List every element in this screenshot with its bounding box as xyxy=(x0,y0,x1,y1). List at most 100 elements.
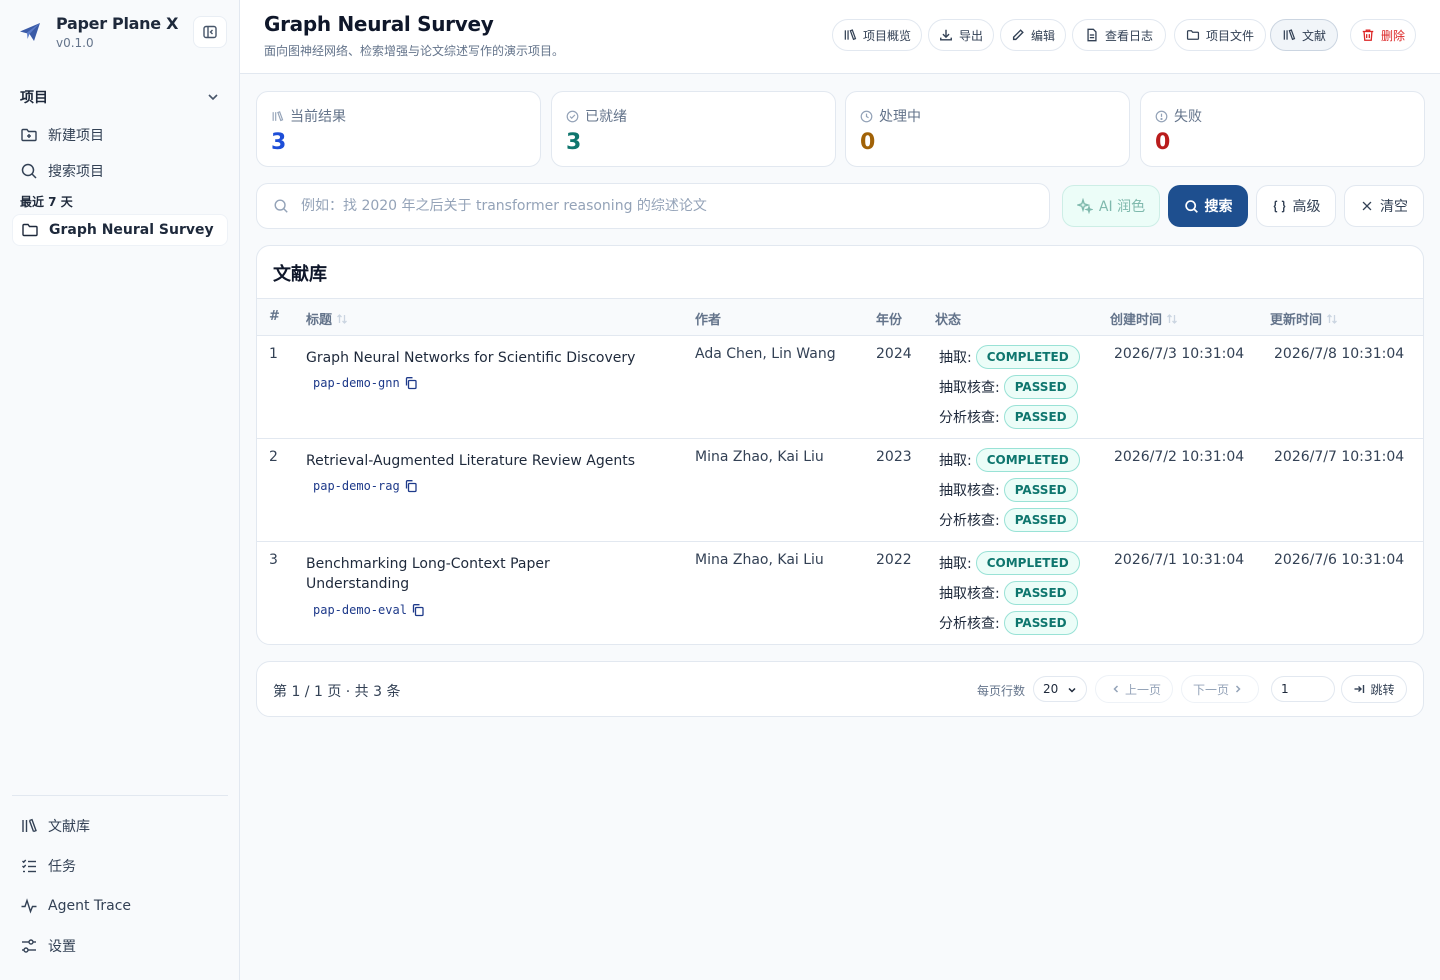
folder-icon xyxy=(22,223,38,237)
project-files-button[interactable]: 项目文件 xyxy=(1174,19,1266,51)
sidebar-item-new-project[interactable]: 新建项目 xyxy=(12,119,228,151)
rows-per-page-select[interactable]: 20 xyxy=(1033,676,1087,702)
page-number-input[interactable]: 1 xyxy=(1271,676,1335,702)
column-header-label: 状态 xyxy=(935,313,962,328)
jump-button[interactable]: 跳转 xyxy=(1341,675,1407,703)
trash-icon xyxy=(1362,29,1374,41)
page-number-value: 1 xyxy=(1281,682,1289,696)
projects-section-header[interactable]: 项目 xyxy=(20,86,220,108)
library-icon xyxy=(844,29,857,41)
edit-button[interactable]: 编辑 xyxy=(1000,19,1066,51)
row-index: 3 xyxy=(269,552,278,568)
advanced-search-button[interactable]: 高级 xyxy=(1256,185,1336,227)
column-header-label: 创建时间 xyxy=(1110,313,1163,328)
copy-icon[interactable] xyxy=(411,603,425,617)
paper-title[interactable]: Benchmarking Long-Context Paper Understa… xyxy=(306,554,606,594)
alert-circle-icon xyxy=(1155,110,1168,122)
copy-icon[interactable] xyxy=(404,479,418,493)
button-label: 查看日志 xyxy=(1104,28,1153,43)
chevron-down-icon xyxy=(208,94,218,101)
status-badge: PASSED xyxy=(1003,478,1078,502)
status-label: 分析核查: xyxy=(939,513,1000,529)
table-row[interactable]: 3 Benchmarking Long-Context Paper Unders… xyxy=(257,542,1423,644)
copy-icon[interactable] xyxy=(404,376,418,390)
column-header-label: 作者 xyxy=(695,313,722,328)
stat-value: 0 xyxy=(860,130,876,155)
paper-authors: Mina Zhao, Kai Liu xyxy=(695,552,824,568)
clear-button[interactable]: 清空 xyxy=(1344,185,1424,227)
settings-sliders-icon xyxy=(22,939,36,953)
created-time: 2026/7/2 10:31:04 xyxy=(1114,449,1245,465)
project-overview-button[interactable]: 项目概览 xyxy=(832,19,922,51)
sidebar-item-label: 设置 xyxy=(48,939,76,955)
stat-card-failed: 失败 0 xyxy=(1140,91,1425,167)
sidebar-item-label: Graph Neural Survey xyxy=(49,222,214,238)
sidebar-item-label: Agent Trace xyxy=(48,898,132,914)
prev-page-button[interactable]: 上一页 xyxy=(1095,675,1173,703)
view-log-button[interactable]: 查看日志 xyxy=(1072,19,1166,51)
search-box xyxy=(256,183,1050,229)
search-button[interactable]: 搜索 xyxy=(1168,185,1248,227)
sidebar-item-agent-trace[interactable]: Agent Trace xyxy=(12,890,228,922)
activity-icon xyxy=(21,898,37,914)
sidebar-item-library[interactable]: 文献库 xyxy=(12,810,228,842)
status-badge: COMPLETED xyxy=(975,448,1080,472)
table-header: # 标题 作者 年份 状态 创建时间 更新时间 xyxy=(257,298,1423,336)
export-button[interactable]: 导出 xyxy=(928,19,994,51)
button-label: 跳转 xyxy=(1370,682,1395,697)
status-analysis-check: 分析核查: PASSED xyxy=(939,507,1078,533)
literature-button[interactable]: 文献 xyxy=(1270,19,1338,51)
sidebar-item-graph-neural-survey[interactable]: Graph Neural Survey xyxy=(12,214,228,246)
table-row[interactable]: 2 Retrieval-Augmented Literature Review … xyxy=(257,439,1423,542)
column-header-updated[interactable]: 更新时间 xyxy=(1270,309,1338,328)
sidebar-item-label: 新建项目 xyxy=(48,128,104,144)
library-icon xyxy=(22,818,37,833)
search-input[interactable] xyxy=(301,198,1021,214)
task-list-icon xyxy=(22,859,36,873)
sidebar-item-label: 任务 xyxy=(48,859,76,875)
chevron-right-icon xyxy=(1235,685,1241,693)
brand[interactable]: Paper Plane X v0.1.0 xyxy=(18,14,178,51)
column-header-title[interactable]: 标题 xyxy=(306,309,348,328)
page-subtitle: 面向图神经网络、检索增强与论文综述写作的演示项目。 xyxy=(264,44,565,58)
status-label: 分析核查: xyxy=(939,616,1000,632)
chevron-down-icon xyxy=(1068,687,1076,693)
column-header-created[interactable]: 创建时间 xyxy=(1110,309,1178,328)
status-extract-check: 抽取核查: PASSED xyxy=(939,580,1078,606)
sidebar-item-settings[interactable]: 设置 xyxy=(12,930,228,962)
column-header-label: # xyxy=(269,309,280,324)
next-page-button[interactable]: 下一页 xyxy=(1181,675,1259,703)
status-extract: 抽取: COMPLETED xyxy=(939,344,1080,370)
paper-code: pap-demo-eval xyxy=(313,603,425,617)
sort-icon xyxy=(337,313,347,324)
app-version: v0.1.0 xyxy=(56,36,94,50)
status-label: 抽取: xyxy=(939,556,972,572)
paper-code: pap-demo-rag xyxy=(313,479,418,493)
stat-label: 当前结果 xyxy=(290,109,346,125)
stat-value: 3 xyxy=(271,130,287,155)
paper-title[interactable]: Retrieval-Augmented Literature Review Ag… xyxy=(306,451,656,471)
table-row[interactable]: 1 Graph Neural Networks for Scientific D… xyxy=(257,336,1423,439)
paper-plane-logo-icon xyxy=(20,23,40,41)
sort-icon xyxy=(1327,313,1337,324)
ai-polish-button[interactable]: AI 润色 xyxy=(1062,185,1160,227)
check-circle-icon xyxy=(566,110,579,122)
status-extract-check: 抽取核查: PASSED xyxy=(939,477,1078,503)
sidebar-item-tasks[interactable]: 任务 xyxy=(12,850,228,882)
sidebar-collapse-button[interactable] xyxy=(193,16,227,48)
delete-button[interactable]: 删除 xyxy=(1350,19,1416,51)
status-badge: PASSED xyxy=(1003,581,1078,605)
sidebar-item-search-project[interactable]: 搜索项目 xyxy=(12,155,228,187)
button-label: 导出 xyxy=(958,28,983,43)
stat-value: 3 xyxy=(566,130,582,155)
library-card: 文献库 # 标题 作者 年份 状态 创建时间 更新时间 1 Graph Neur… xyxy=(256,245,1424,645)
button-label: 搜索 xyxy=(1204,199,1233,215)
sidebar: Paper Plane X v0.1.0 项目 新建项目 搜索项目 最近 7 天… xyxy=(0,0,240,980)
status-badge: COMPLETED xyxy=(975,345,1080,369)
paper-authors: Ada Chen, Lin Wang xyxy=(695,346,836,362)
status-badge: PASSED xyxy=(1003,611,1078,635)
status-label: 抽取核查: xyxy=(939,380,1000,396)
button-label: 删除 xyxy=(1380,28,1405,43)
jump-arrow-icon xyxy=(1354,685,1365,693)
paper-title[interactable]: Graph Neural Networks for Scientific Dis… xyxy=(306,348,656,368)
